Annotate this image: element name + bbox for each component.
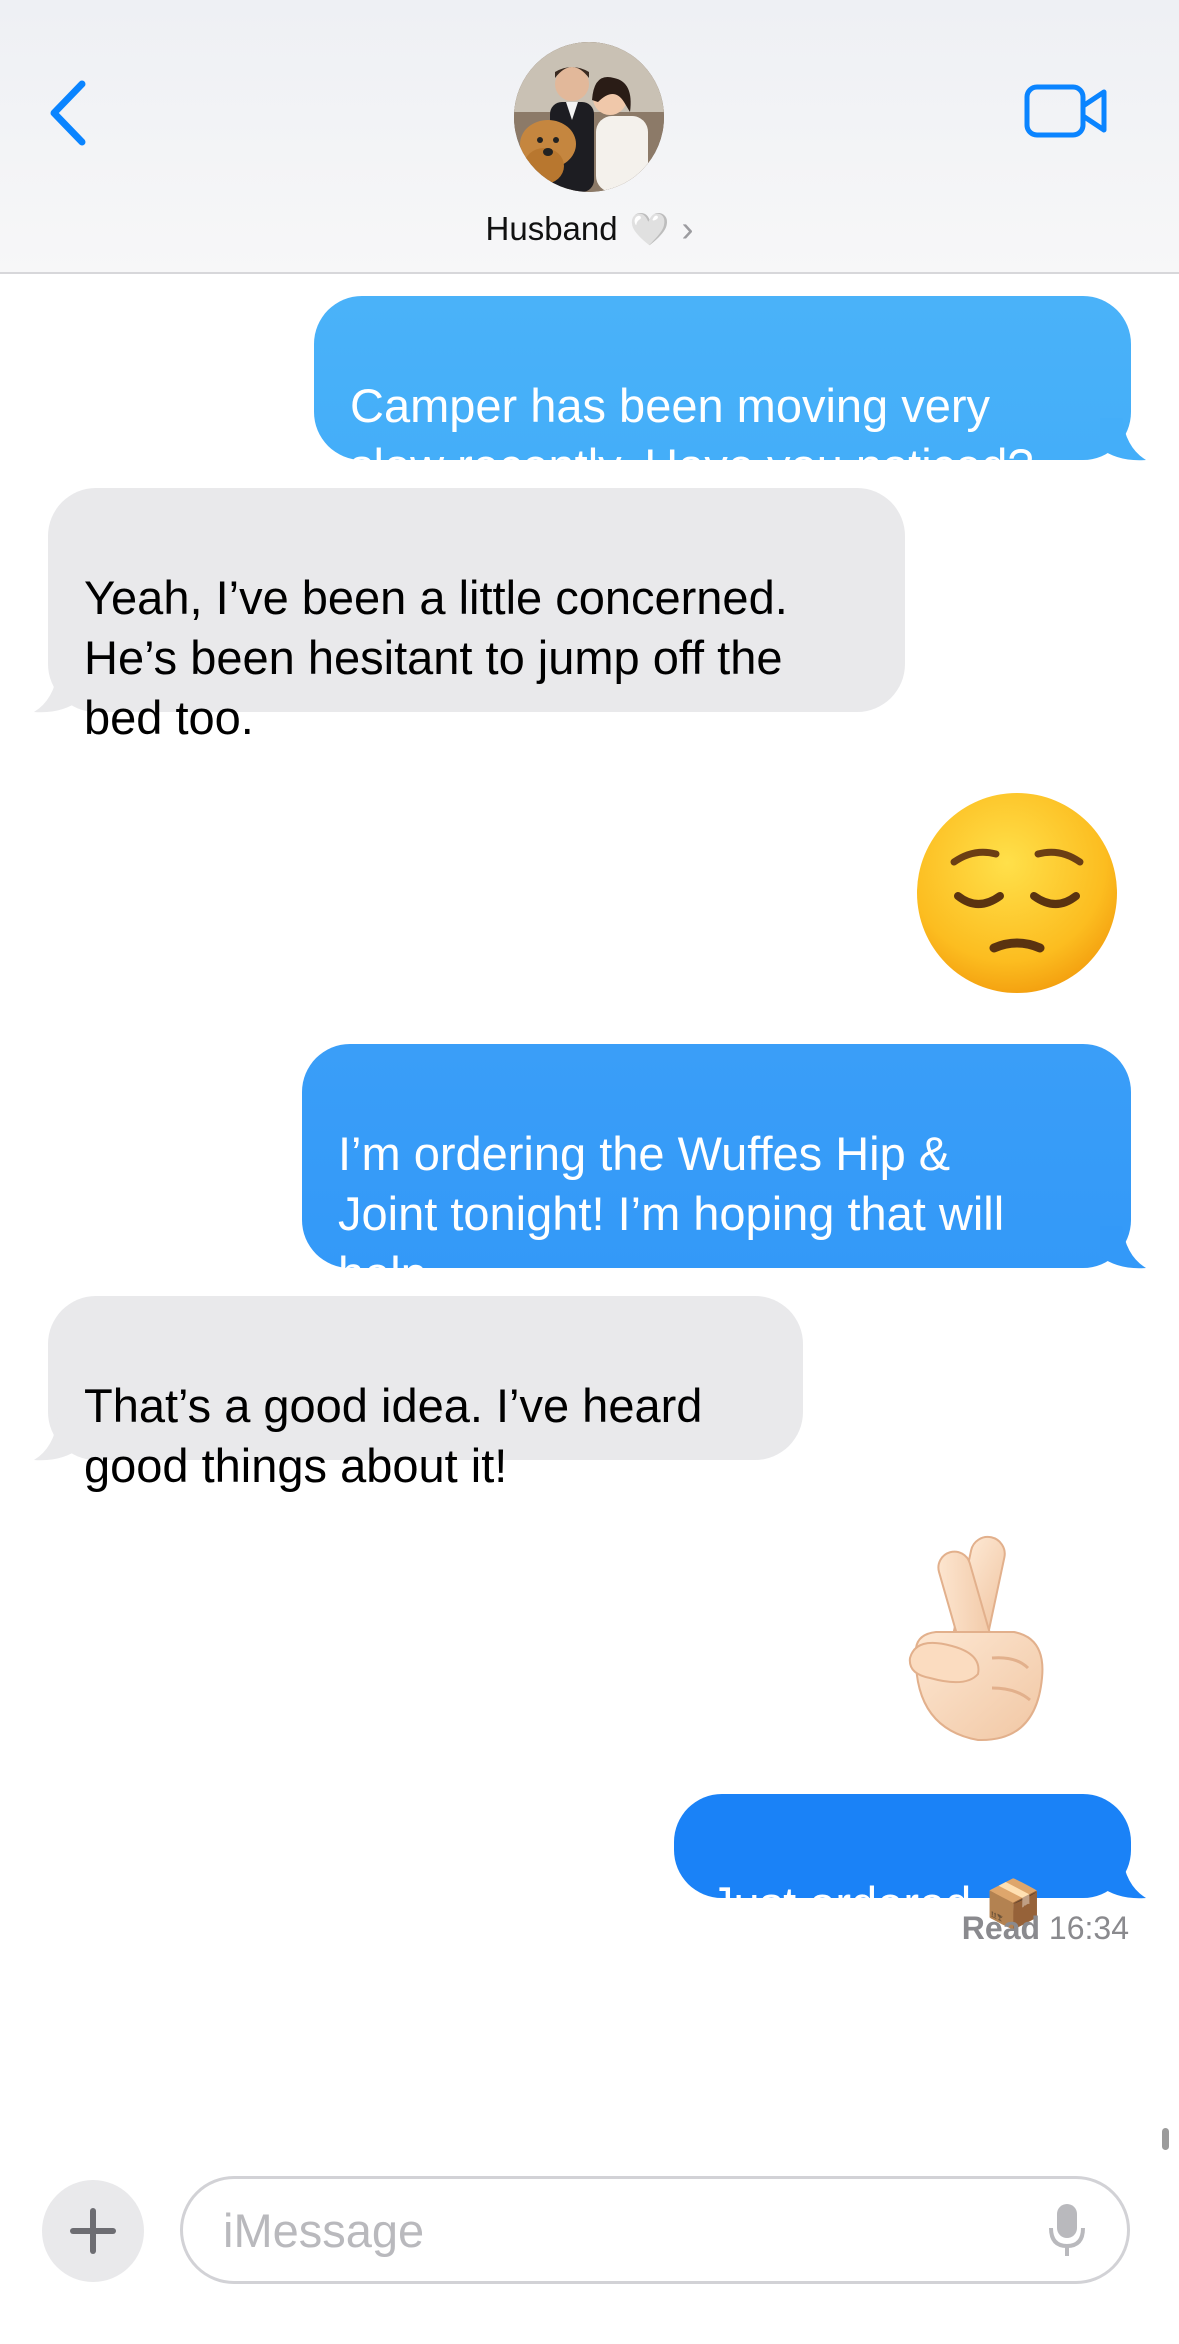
message-text: Camper has been moving very slow recentl…: [350, 379, 1034, 492]
facetime-video-button[interactable]: [1024, 82, 1108, 140]
emoji-message-pensive[interactable]: [912, 788, 1122, 998]
contact-name: Husband: [485, 210, 618, 247]
avatar-photo: [514, 42, 664, 192]
chevron-right-icon: ›: [681, 208, 694, 249]
bubble-tail: [1100, 1856, 1146, 1899]
contact-avatar[interactable]: [514, 42, 664, 192]
read-time: 16:34: [1048, 1910, 1129, 1946]
bubble-tail: [34, 1418, 80, 1461]
conversation-header: Husband 🤍 ›: [0, 0, 1179, 274]
apps-plus-button[interactable]: [42, 2180, 144, 2282]
crossed-fingers-icon: [908, 1535, 1044, 1742]
pensive-face-icon: [917, 793, 1117, 993]
back-button[interactable]: [44, 78, 94, 148]
message-bubble-received[interactable]: Yeah, I’ve been a little concerned. He’s…: [48, 488, 905, 744]
read-status: Read: [961, 1910, 1041, 1946]
bubble-tail: [34, 670, 80, 713]
chevron-left-icon: [50, 80, 86, 146]
message-bubble-sent[interactable]: I’m ordering the Wuffes Hip & Joint toni…: [302, 1044, 1131, 1300]
white-heart-icon: 🤍: [629, 211, 670, 247]
contact-name-row[interactable]: Husband 🤍 ›: [0, 204, 1179, 254]
message-bubble-received[interactable]: That’s a good idea. I’ve heard good thin…: [48, 1296, 803, 1492]
message-text: I’m ordering the Wuffes Hip & Joint toni…: [338, 1127, 1005, 1300]
bubble-tail: [1100, 1226, 1146, 1269]
plus-icon: [70, 2208, 116, 2254]
video-camera-icon: [1024, 84, 1107, 138]
read-receipt: Read 16:34: [962, 1910, 1129, 1947]
imessage-input[interactable]: iMessage: [180, 2176, 1130, 2284]
message-bubble-sent[interactable]: Just ordered 📦: [674, 1794, 1131, 1930]
bubble-tail: [1100, 418, 1146, 461]
message-text: That’s a good idea. I’ve heard good thin…: [84, 1379, 703, 1492]
input-placeholder: iMessage: [223, 2203, 425, 2257]
message-bubble-sent[interactable]: Camper has been moving very slow recentl…: [314, 296, 1131, 492]
emoji-message-crossed-fingers[interactable]: [896, 1528, 1056, 1748]
message-text: Yeah, I’ve been a little concerned. He’s…: [84, 571, 788, 744]
scroll-indicator[interactable]: [1162, 2128, 1169, 2150]
microphone-icon[interactable]: [1047, 2202, 1087, 2258]
